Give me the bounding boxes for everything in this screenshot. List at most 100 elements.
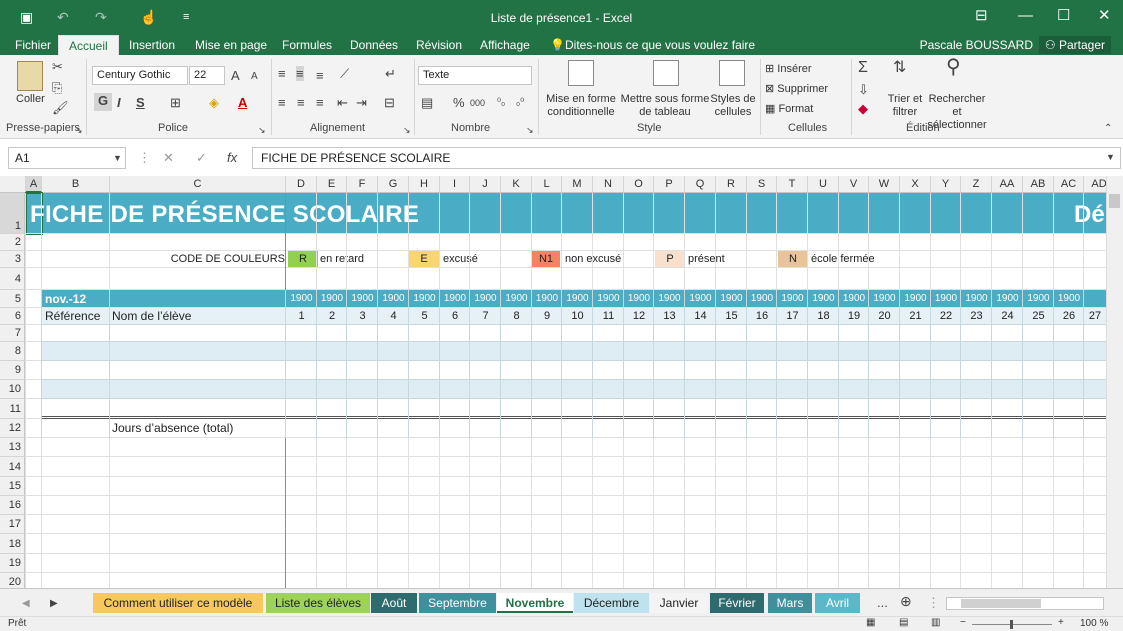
column-header[interactable]: AB: [1023, 176, 1054, 193]
row-header[interactable]: 7: [0, 325, 25, 342]
year-cell[interactable]: 1900: [1023, 292, 1054, 306]
row-header[interactable]: 2: [0, 234, 25, 251]
year-cell[interactable]: 1900: [654, 292, 685, 306]
sheet-tab[interactable]: Comment utiliser ce modèle: [93, 593, 263, 613]
day-number-cell[interactable]: 14: [685, 309, 716, 324]
row-header[interactable]: 5: [0, 290, 25, 308]
tab-formules[interactable]: Formules: [282, 38, 332, 52]
clear-icon[interactable]: ◆: [858, 101, 868, 116]
year-cell[interactable]: 1900: [347, 292, 378, 306]
dialog-launcher-icon[interactable]: ↘: [258, 123, 266, 138]
day-number-cell[interactable]: 2: [317, 309, 347, 324]
sheet-tab[interactable]: Septembre: [419, 593, 496, 613]
cell-styles-icon[interactable]: [719, 60, 745, 86]
day-number-cell[interactable]: 13: [654, 309, 685, 324]
scroll-left-icon[interactable]: ◀: [22, 596, 30, 611]
year-cell[interactable]: 1900: [808, 292, 839, 306]
align-left-icon[interactable]: ≡: [278, 95, 286, 110]
year-cell[interactable]: 1900: [900, 292, 931, 306]
column-header[interactable]: T: [777, 176, 808, 193]
sheet-tab[interactable]: Mars: [768, 593, 812, 613]
column-header[interactable]: G: [378, 176, 409, 193]
paste-icon[interactable]: [17, 61, 43, 91]
column-header[interactable]: P: [654, 176, 685, 193]
sheet-tab[interactable]: Février: [710, 593, 764, 613]
column-header[interactable]: L: [532, 176, 562, 193]
scrollbar-thumb[interactable]: [961, 599, 1041, 608]
increase-indent-icon[interactable]: ⇥: [356, 95, 367, 110]
day-number-cell[interactable]: 24: [992, 309, 1023, 324]
column-header[interactable]: V: [839, 176, 869, 193]
year-cell[interactable]: 1900: [501, 292, 532, 306]
minimize-icon[interactable]: —: [1018, 6, 1033, 26]
day-number-cell[interactable]: 11: [593, 309, 624, 324]
column-header[interactable]: AA: [992, 176, 1023, 193]
column-header[interactable]: S: [747, 176, 777, 193]
conditional-formatting-button[interactable]: Mise en forme conditionnelle: [546, 93, 616, 119]
day-number-cell[interactable]: 6: [440, 309, 470, 324]
tab-donnees[interactable]: Données: [350, 38, 398, 52]
day-number-cell[interactable]: 23: [961, 309, 992, 324]
percent-button[interactable]: %: [453, 95, 465, 110]
formula-input[interactable]: FICHE DE PRÉSENCE SCOLAIRE: [252, 147, 1121, 169]
enter-icon[interactable]: ✓: [196, 150, 207, 165]
row-header[interactable]: 13: [0, 438, 25, 457]
currency-icon[interactable]: ▤: [421, 95, 433, 110]
collapse-ribbon-icon[interactable]: ⌃: [1104, 121, 1112, 136]
tab-fichier[interactable]: Fichier: [15, 38, 51, 52]
sheet-tab[interactable]: Avril: [815, 593, 860, 613]
zoom-in-icon[interactable]: +: [1058, 617, 1064, 628]
bold-button[interactable]: G: [94, 93, 112, 111]
name-box-dropdown-icon[interactable]: ▼: [113, 151, 122, 166]
fill-color-icon[interactable]: ◈: [209, 95, 219, 110]
column-header[interactable]: H: [409, 176, 440, 193]
day-number-cell[interactable]: 9: [532, 309, 562, 324]
column-header[interactable]: D: [286, 176, 317, 193]
day-number-cell[interactable]: 18: [808, 309, 839, 324]
zoom-slider-thumb[interactable]: [1010, 620, 1013, 629]
row-header[interactable]: 20: [0, 573, 25, 588]
decrease-decimal-icon[interactable]: ₀⁰: [516, 95, 524, 110]
day-number-cell[interactable]: 7: [470, 309, 501, 324]
row-header[interactable]: 17: [0, 515, 25, 534]
autosum-icon[interactable]: Σ: [858, 60, 868, 76]
fill-icon[interactable]: ⇩: [858, 82, 869, 97]
day-number-cell[interactable]: 3: [347, 309, 378, 324]
year-cell[interactable]: 1900: [685, 292, 716, 306]
add-sheet-icon[interactable]: ⊕: [900, 594, 912, 609]
year-cell[interactable]: 1900: [470, 292, 501, 306]
borders-icon[interactable]: ⊞: [170, 95, 181, 110]
row-header[interactable]: 4: [0, 268, 25, 290]
align-bottom-icon[interactable]: ≡: [316, 68, 324, 83]
year-cell[interactable]: 1900: [1054, 292, 1084, 306]
year-cell[interactable]: 1900: [992, 292, 1023, 306]
dialog-launcher-icon[interactable]: ↘: [75, 123, 83, 138]
day-number-cell[interactable]: 17: [777, 309, 808, 324]
merge-center-icon[interactable]: ⊟: [384, 95, 395, 110]
grow-font-icon[interactable]: A: [231, 68, 240, 83]
row-header[interactable]: 9: [0, 361, 25, 380]
dialog-launcher-icon[interactable]: ↘: [526, 123, 534, 138]
thousands-button[interactable]: 000: [470, 96, 485, 111]
year-cell[interactable]: 1900: [409, 292, 440, 306]
year-cell[interactable]: 1900: [716, 292, 747, 306]
dialog-launcher-icon[interactable]: ↘: [403, 123, 411, 138]
tab-mise-en-page[interactable]: Mise en page: [195, 38, 267, 52]
student-name-header[interactable]: Nom de l’élève: [112, 308, 191, 324]
delete-cells-button[interactable]: ⊠ Supprimer: [765, 83, 828, 96]
conditional-formatting-icon[interactable]: [568, 60, 594, 86]
underline-button[interactable]: S: [136, 95, 145, 110]
day-number-cell[interactable]: 1: [286, 309, 317, 324]
vertical-scrollbar[interactable]: [1106, 176, 1123, 588]
day-number-cell[interactable]: 26: [1054, 309, 1084, 324]
year-cell[interactable]: 1900: [869, 292, 900, 306]
increase-decimal-icon[interactable]: ⁰₀: [497, 95, 505, 110]
format-as-table-icon[interactable]: [653, 60, 679, 86]
row-header[interactable]: 15: [0, 477, 25, 496]
scroll-right-icon[interactable]: ▶: [50, 596, 58, 611]
shrink-font-icon[interactable]: A: [251, 69, 258, 84]
tab-accueil[interactable]: Accueil: [58, 35, 119, 55]
align-right-icon[interactable]: ≡: [316, 95, 324, 110]
day-number-cell[interactable]: 16: [747, 309, 777, 324]
italic-button[interactable]: I: [117, 95, 121, 110]
